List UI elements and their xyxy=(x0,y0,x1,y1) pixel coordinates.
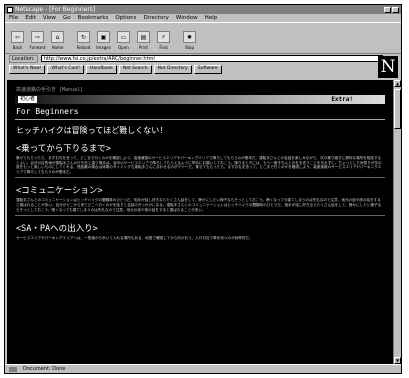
toolbar: ⇦ Back ⇨ Forward ⌂ Home ↻ Reload ▣ Images ▭ Op… xyxy=(5,22,401,54)
banner-tag: 初心者 xyxy=(18,96,38,103)
menu-bar: File Edit View Go Bookmarks Options Dire… xyxy=(5,14,401,22)
location-label: Location: xyxy=(9,54,38,63)
netscape-app-icon[interactable] xyxy=(7,6,13,13)
section-heading: <SA・PAへの出入り> xyxy=(16,224,98,235)
whats-new-button[interactable]: What's New! xyxy=(9,64,46,74)
menu-bookmarks[interactable]: Bookmarks xyxy=(78,15,109,21)
url-input[interactable]: http://www.fsi.co.jp/extra/ARC/beginner.… xyxy=(40,55,383,62)
page-content: 高速道路の手引き [Manual] 初心者 Extra! For Beginne… xyxy=(7,80,393,364)
stop-button[interactable]: ✹ Stop xyxy=(181,26,198,50)
divider xyxy=(15,119,385,120)
scroll-thumb[interactable] xyxy=(394,89,401,129)
scroll-up-arrow-icon[interactable]: ▲ xyxy=(394,80,401,87)
forward-arrow-icon: ⇨ xyxy=(31,31,44,43)
window-title: Netscape - [For Beginners] xyxy=(15,6,96,13)
reload-button[interactable]: ↻ Reload xyxy=(75,26,92,50)
find-button[interactable]: ⌕ Find xyxy=(155,26,172,50)
divider xyxy=(15,215,385,217)
print-icon: ▤ xyxy=(137,31,150,43)
back-button[interactable]: ⇦ Back xyxy=(9,26,26,50)
security-key-icon xyxy=(9,366,17,372)
open-button[interactable]: ▭ Open xyxy=(115,26,132,50)
maximize-button[interactable] xyxy=(392,6,399,13)
extra-banner: 初心者 Extra! xyxy=(15,95,385,104)
section-text: 乗せてもらったら、まずお礼を言って、どこまで行くのかを確認しよう。高速道路のサー… xyxy=(16,156,382,174)
images-button[interactable]: ▣ Images xyxy=(95,26,112,50)
breadcrumb[interactable]: 高速道路の手引き [Manual] xyxy=(7,80,393,93)
location-bar: Location: http://www.fsi.co.jp/extra/ARC… xyxy=(5,54,401,63)
menu-window[interactable]: Window xyxy=(176,15,198,21)
status-bar: Document: Done xyxy=(5,364,401,373)
section-text: サービスエリアやパーキングエリアへは、一般道から歩いて入れる場所もある。地図で確… xyxy=(16,236,253,241)
section-text: 運転手さんとのコミュニケーションはヒッチハイクの醍醐味のひとつだ。相手が話し好き… xyxy=(16,198,382,212)
menu-go[interactable]: Go xyxy=(63,15,71,21)
home-button[interactable]: ⌂ Home xyxy=(49,26,66,50)
vertical-scrollbar[interactable]: ▲ ▼ xyxy=(393,80,401,364)
open-icon: ▭ xyxy=(117,31,130,43)
menu-file[interactable]: File xyxy=(9,15,18,21)
handbook-button[interactable]: Handbook xyxy=(86,64,117,74)
menu-edit[interactable]: Edit xyxy=(25,15,36,21)
whats-cool-button[interactable]: What's Cool! xyxy=(47,64,85,74)
page-title: For Beginners xyxy=(16,107,79,116)
net-directory-button[interactable]: Net Directory xyxy=(153,64,192,74)
menu-view[interactable]: View xyxy=(43,15,56,21)
menu-directory[interactable]: Directory xyxy=(144,15,169,21)
page-subtitle: ヒッチハイクは冒険ってほど難しくない! xyxy=(16,126,165,135)
home-icon: ⌂ xyxy=(51,31,64,43)
directory-buttons-bar: What's New! What's Cool! Handbook Net Se… xyxy=(5,63,401,75)
status-text: Document: Done xyxy=(23,366,66,372)
software-button[interactable]: Software xyxy=(193,64,222,74)
banner-extra: Extra! xyxy=(331,96,353,103)
menu-options[interactable]: Options xyxy=(115,15,136,21)
print-button[interactable]: ▤ Print xyxy=(135,26,152,50)
section-heading: <コミュニケーション> xyxy=(16,186,103,197)
netscape-logo[interactable]: N xyxy=(378,56,398,78)
divider xyxy=(15,177,385,179)
browser-window: Netscape - [For Beginners] File Edit Vie… xyxy=(4,4,402,374)
scroll-down-arrow-icon[interactable]: ▼ xyxy=(394,357,401,364)
find-icon: ⌕ xyxy=(157,31,170,43)
back-arrow-icon: ⇦ xyxy=(11,31,24,43)
net-search-button[interactable]: Net Search xyxy=(118,64,152,74)
menu-help[interactable]: Help xyxy=(205,15,218,21)
section-heading: <乗ってから下りるまで> xyxy=(16,144,111,154)
reload-icon: ↻ xyxy=(77,31,90,43)
title-bar: Netscape - [For Beginners] xyxy=(5,5,401,14)
stop-icon: ✹ xyxy=(183,31,196,43)
forward-button[interactable]: ⇨ Forward xyxy=(29,26,46,50)
images-icon: ▣ xyxy=(97,31,110,43)
minimize-button[interactable] xyxy=(384,6,391,13)
